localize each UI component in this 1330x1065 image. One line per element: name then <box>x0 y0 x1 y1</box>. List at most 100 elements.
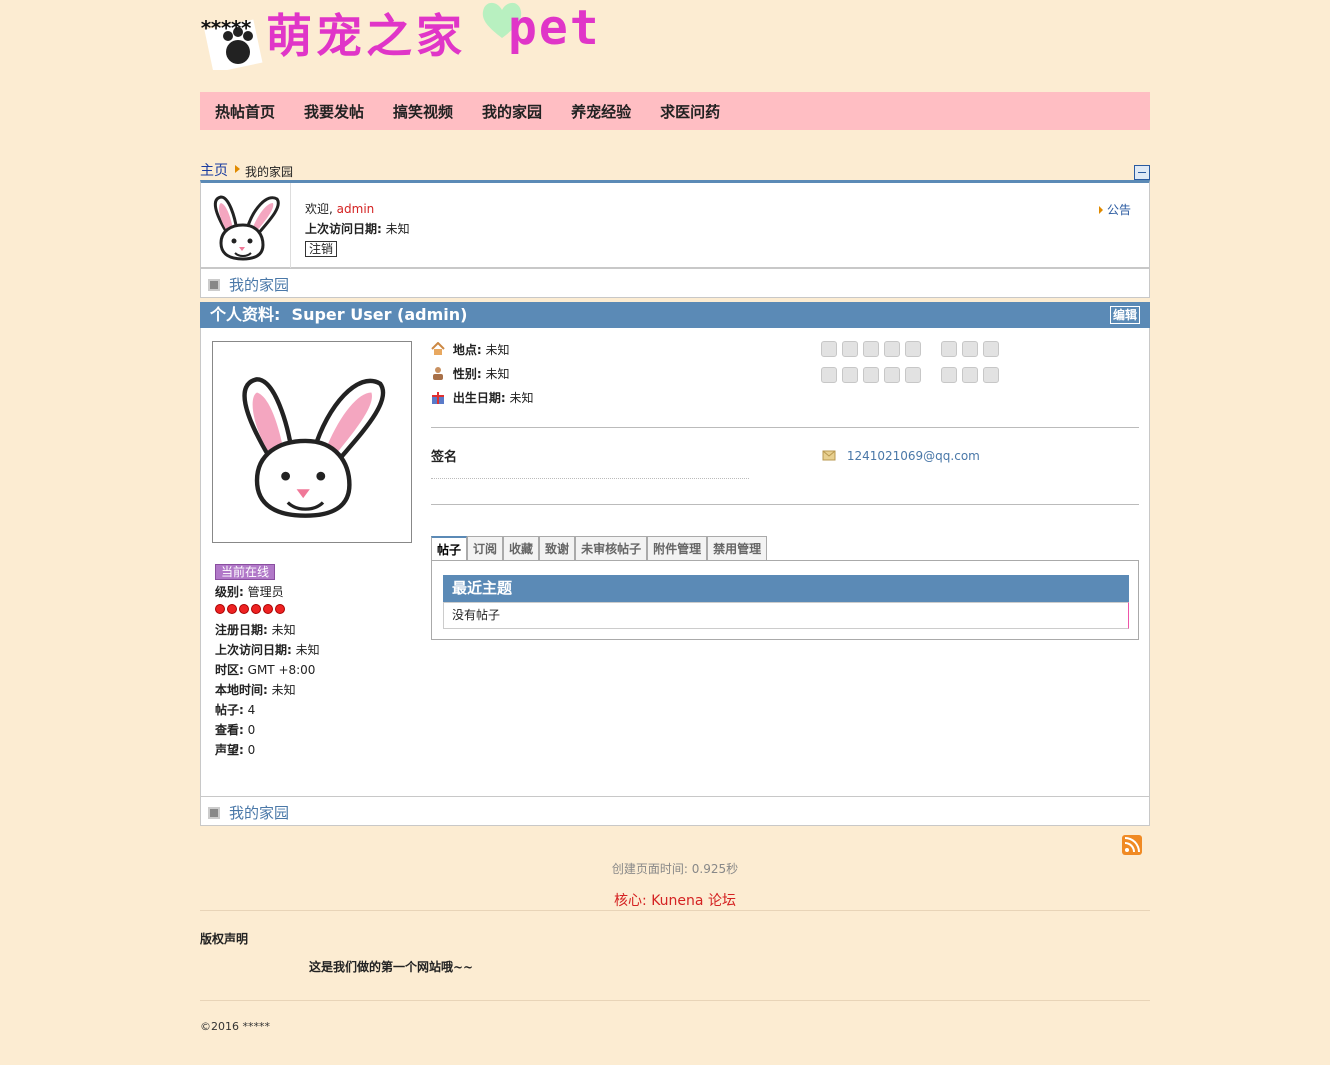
profile-avatar <box>212 341 412 543</box>
rank-label: 级别: <box>215 585 244 599</box>
person-icon <box>433 367 443 380</box>
powered-by-link[interactable]: 核心: Kunena 论坛 <box>200 890 1150 910</box>
rss-feed-icon[interactable] <box>1122 835 1142 855</box>
nav-item-medical[interactable]: 求医问药 <box>660 101 720 122</box>
aim-icon[interactable] <box>821 367 837 383</box>
msn-icon[interactable] <box>842 367 858 383</box>
local-time-value: 未知 <box>271 683 296 697</box>
tab-posts[interactable]: 帖子 <box>431 536 468 560</box>
welcome-label: 欢迎, <box>305 202 333 216</box>
home-link-bottom[interactable]: 我的家园 <box>229 802 289 823</box>
profile-tabs: 帖子 订阅 收藏 致谢 未审核帖子 附件管理 禁用管理 <box>431 536 768 560</box>
signature-label: 签名 <box>431 450 458 465</box>
rank-star-icon <box>239 604 249 614</box>
tab-subscriptions[interactable]: 订阅 <box>467 536 504 560</box>
recent-topics-title: 最近主题 <box>443 575 1129 602</box>
birthdate-label: 出生日期: <box>452 391 506 405</box>
nav-item-video[interactable]: 搞笑视频 <box>393 101 453 122</box>
tab-attachments[interactable]: 附件管理 <box>647 536 708 560</box>
views-label: 查看: <box>215 723 244 737</box>
side-last-visit-value: 未知 <box>295 643 320 657</box>
tab-bans[interactable]: 禁用管理 <box>707 536 768 560</box>
signature-divider <box>431 478 749 479</box>
envelope-icon <box>822 450 836 461</box>
rank-stars <box>215 604 320 614</box>
linkedin-icon[interactable] <box>884 341 900 357</box>
house-icon <box>431 342 445 355</box>
profile-header-label: 个人资料: <box>210 305 281 324</box>
gift-icon <box>432 392 444 404</box>
site-logo[interactable]: ***** 萌宠之家 pet <box>200 0 620 80</box>
friendfeed-icon[interactable] <box>962 341 978 357</box>
online-status-badge: 当前在线 <box>215 564 276 580</box>
email-value: 1241021069@qq.com <box>846 449 980 463</box>
tab-unapproved-posts[interactable]: 未审核帖子 <box>575 536 648 560</box>
rank-star-icon <box>251 604 261 614</box>
profile-stats: 级别: 管理员 注册日期: 未知 上次访问日期: 未知 时区: GMT +8:0… <box>215 582 320 760</box>
location-label: 地点: <box>452 343 482 357</box>
welcome-username-link[interactable]: admin <box>337 202 375 216</box>
blogspot-icon[interactable] <box>941 367 957 383</box>
collapse-button[interactable] <box>1134 165 1150 180</box>
social-links <box>821 341 1021 393</box>
timezone-label: 时区: <box>215 663 244 677</box>
local-time-label: 本地时间: <box>215 683 268 697</box>
bebo-icon[interactable] <box>983 367 999 383</box>
page-generation-time: 创建页面时间: 0.925秒 <box>611 862 739 876</box>
logo-text-cn: 萌宠之家 <box>266 9 466 63</box>
edit-profile-button[interactable]: 编辑 <box>1109 306 1140 324</box>
myspace-icon[interactable] <box>863 341 879 357</box>
location-value: 未知 <box>485 343 510 357</box>
delicious-icon[interactable] <box>941 341 957 357</box>
tab-thanks[interactable]: 致谢 <box>539 536 576 560</box>
square-icon <box>208 279 220 291</box>
rank-star-icon <box>215 604 225 614</box>
footer-copyright: ©2016 ***** <box>200 1020 270 1033</box>
rank-star-icon <box>227 604 237 614</box>
nav-item-experience[interactable]: 养宠经验 <box>571 101 631 122</box>
rank-value: 管理员 <box>247 585 284 599</box>
divider <box>431 504 1139 505</box>
home-link-top[interactable]: 我的家园 <box>229 274 289 295</box>
gender-value: 未知 <box>485 367 510 381</box>
home-bar-top: 我的家园 <box>200 268 1150 298</box>
nav-item-hot[interactable]: 热帖首页 <box>215 101 275 122</box>
welcome-info: 欢迎, admin 上次访问日期: 未知 注销 <box>305 199 410 259</box>
rank-star-icon <box>275 604 285 614</box>
side-last-visit-label: 上次访问日期: <box>215 643 292 657</box>
user-welcome-box: 欢迎, admin 上次访问日期: 未知 注销 公告 <box>200 180 1150 268</box>
footer-divider <box>200 1000 1150 1001</box>
gender-label: 性别: <box>452 367 482 381</box>
announcement-link[interactable]: 公告 <box>1099 201 1131 218</box>
icq-icon[interactable] <box>884 367 900 383</box>
email-link[interactable]: 1241021069@qq.com <box>821 448 980 463</box>
timezone-value: GMT +8:00 <box>247 663 316 677</box>
square-icon <box>208 807 220 819</box>
nav-item-home[interactable]: 我的家园 <box>482 101 542 122</box>
main-nav: 热帖首页 我要发帖 搞笑视频 我的家园 养宠经验 求医问药 <box>200 92 1150 130</box>
copyright-text: 这是我们做的第一个网站哦~~ <box>309 960 474 974</box>
profile-header: 个人资料: Super User (admin) 编辑 <box>200 302 1150 328</box>
profile-header-name: Super User (admin) <box>291 305 468 324</box>
karma-label: 声望: <box>215 743 244 757</box>
gtalk-icon[interactable] <box>863 367 879 383</box>
tab-favorites[interactable]: 收藏 <box>503 536 540 560</box>
flickr-icon[interactable] <box>962 367 978 383</box>
divider <box>431 427 1139 428</box>
yahoo-icon[interactable] <box>905 367 921 383</box>
home-bar-bottom: 我的家园 <box>200 796 1150 826</box>
nav-item-post[interactable]: 我要发帖 <box>304 101 364 122</box>
rank-star-icon <box>263 604 273 614</box>
logout-button[interactable]: 注销 <box>305 241 338 257</box>
footer-divider <box>200 910 1150 911</box>
digg-icon[interactable] <box>983 341 999 357</box>
last-visit-label: 上次访问日期: <box>305 222 382 236</box>
avatar[interactable] <box>201 183 291 268</box>
views-value: 0 <box>247 723 256 737</box>
twitter-icon[interactable] <box>821 341 837 357</box>
recent-topics-empty: 没有帖子 <box>443 602 1129 629</box>
breadcrumb-home-link[interactable]: 主页 <box>200 160 228 180</box>
facebook-icon[interactable] <box>842 341 858 357</box>
register-value: 未知 <box>271 623 296 637</box>
skype-icon[interactable] <box>905 341 921 357</box>
